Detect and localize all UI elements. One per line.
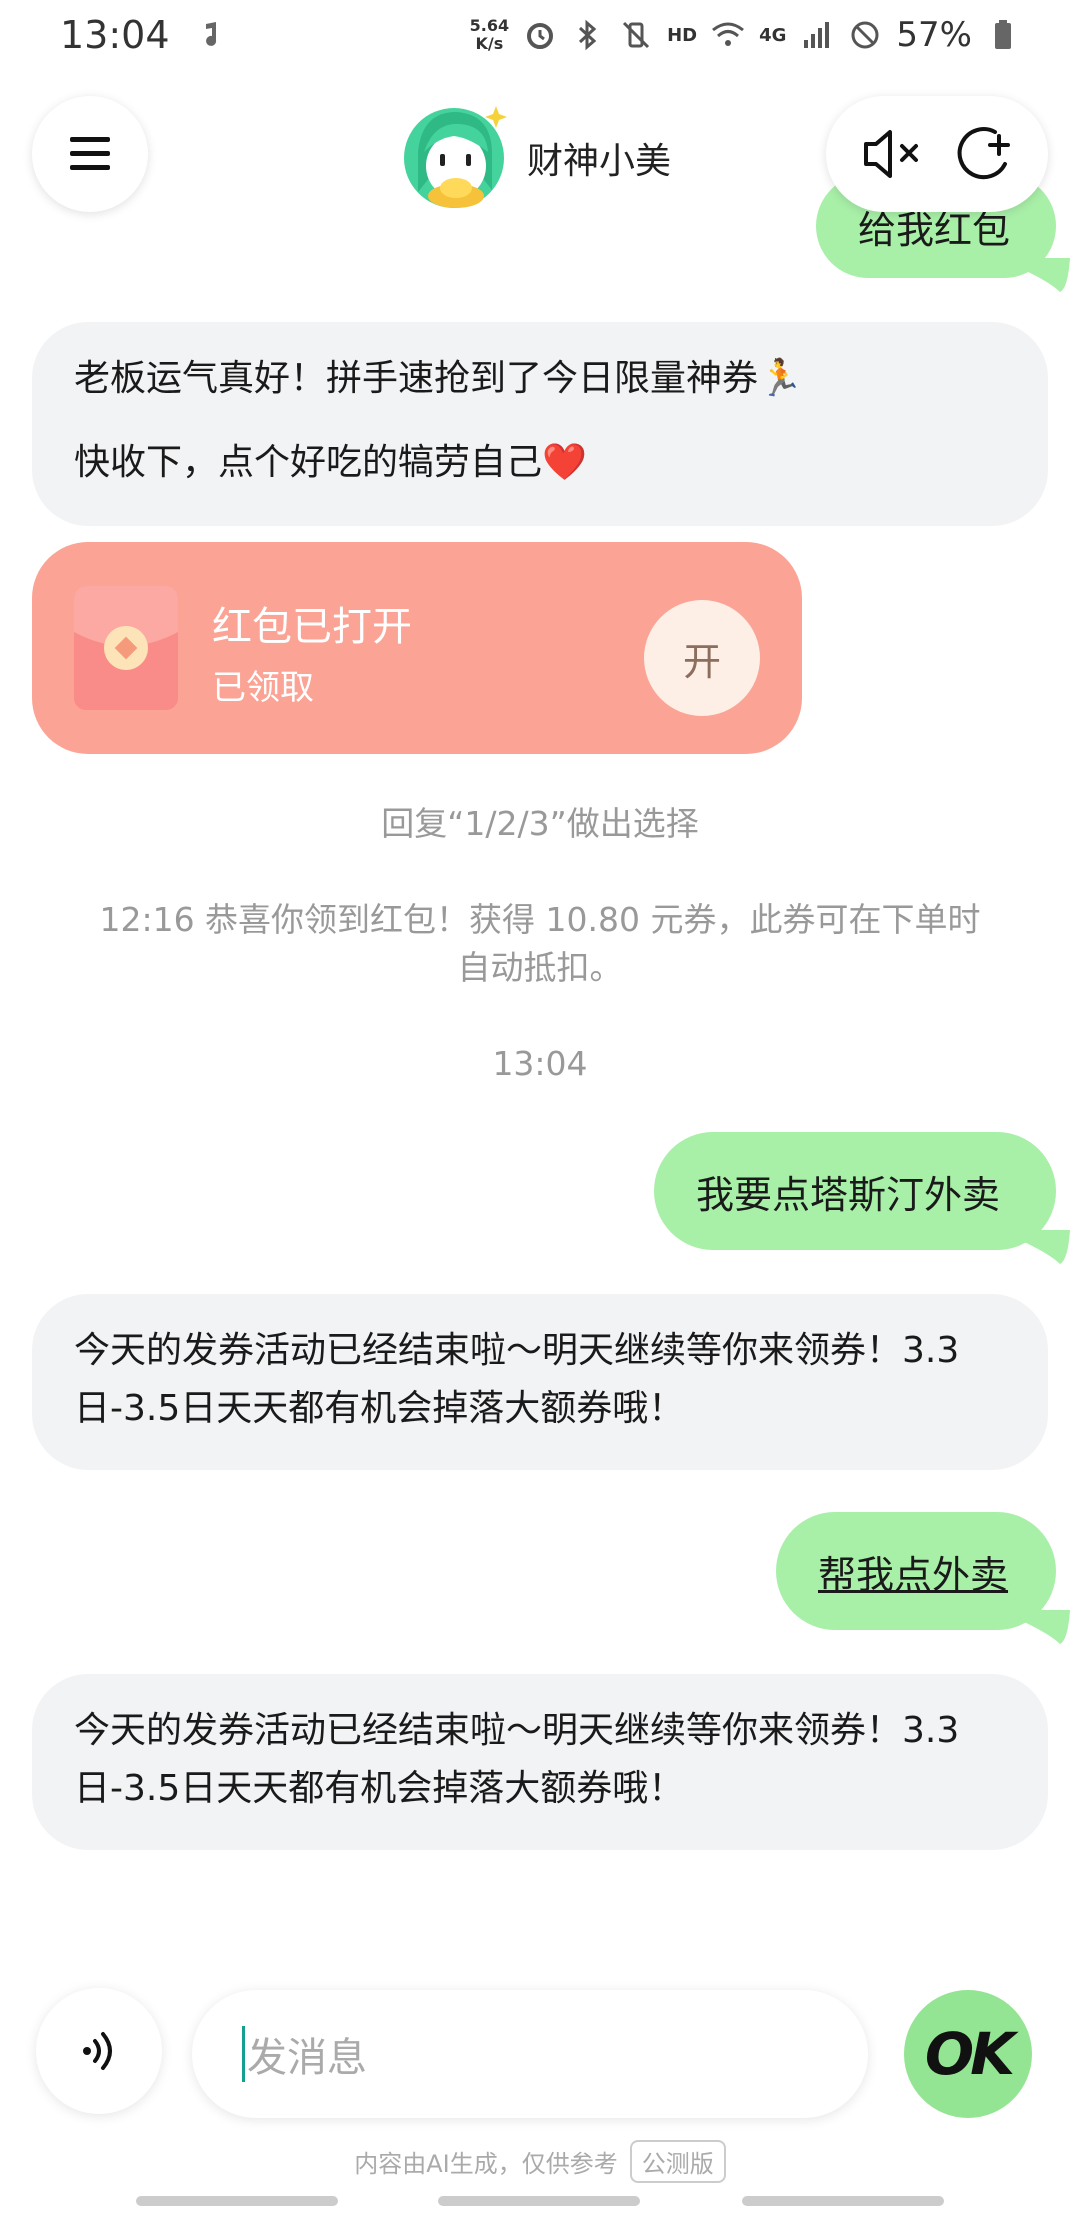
bot-message: 今天的发券活动已经结束啦～明天继续等你来领券！3.3日-3.5日天天都有机会掉落… <box>32 1674 1048 1850</box>
nav-bar-right[interactable] <box>742 2196 944 2206</box>
signal-icon <box>800 18 834 52</box>
red-envelope-title: 红包已打开 <box>212 604 412 650</box>
wifi-icon <box>711 18 745 52</box>
red-envelope-icon <box>74 586 178 710</box>
header-actions <box>826 96 1048 212</box>
open-button[interactable]: 开 <box>644 600 760 716</box>
bubble-tail <box>1020 258 1070 292</box>
status-bar: 13:04 5.64 K/s HD 4G 57% <box>0 0 1080 70</box>
message-input-placeholder: 发消息 <box>247 2035 367 2081</box>
dnd-icon <box>848 18 882 52</box>
message-input[interactable]: 发消息 <box>192 1990 868 2118</box>
bubble-tail <box>1020 1230 1070 1264</box>
new-chat-icon <box>957 127 1010 180</box>
menu-button[interactable] <box>32 96 148 212</box>
voice-button[interactable] <box>36 1988 162 2114</box>
user-message-link[interactable]: 帮我点外卖 <box>818 1544 1008 1599</box>
red-envelope-status: 已领取 <box>212 668 314 708</box>
red-envelope-card[interactable]: 红包已打开 已领取 开 <box>32 542 802 754</box>
voice-icon <box>83 2032 112 2070</box>
user-message: 帮我点外卖 <box>776 1512 1070 1644</box>
beta-badge: 公测版 <box>629 2140 726 2183</box>
bubble-tail <box>1020 1610 1070 1644</box>
timestamp: 13:04 <box>492 1044 588 1083</box>
network-speed: 5.64 K/s <box>469 16 510 53</box>
battery-level: 57% <box>896 15 972 55</box>
hd-label: HD <box>667 24 698 46</box>
system-notice: 12:16 恭喜你领到红包！获得 10.80 元券，此券可在下单时自动抵扣。 <box>99 900 981 987</box>
mute-button[interactable] <box>860 126 924 182</box>
nav-bar-center[interactable] <box>438 2196 640 2206</box>
network-type: 4G <box>759 24 787 46</box>
ok-button[interactable]: OK <box>904 1990 1032 2118</box>
status-time: 13:04 <box>60 13 170 57</box>
user-message: 我要点塔斯汀外卖 <box>654 1132 1070 1264</box>
notification-icon <box>194 18 228 52</box>
nav-bar-left[interactable] <box>136 2196 338 2206</box>
mute-icon <box>863 130 918 178</box>
text-cursor <box>242 2026 245 2082</box>
bot-name: 财神小美 <box>527 141 672 182</box>
battery-icon <box>986 18 1020 52</box>
bot-message: 老板运气真好！拼手速抢到了今日限量神券🏃 快收下，点个好吃的犒劳自己❤️ <box>32 322 1048 526</box>
disclaimer-text: 内容由AI生成，仅供参考 <box>354 2150 618 2178</box>
chat-header: 财神小美 <box>0 66 1080 226</box>
vibrate-mute-icon <box>619 18 653 52</box>
reply-hint: 回复“1/2/3”做出选择 <box>381 804 699 843</box>
alarm-icon <box>523 18 557 52</box>
ok-icon: OK <box>924 2020 1015 2088</box>
new-chat-button[interactable] <box>955 124 1015 184</box>
ai-disclaimer: 内容由AI生成，仅供参考 公测版 <box>0 2140 1080 2183</box>
bot-message: 今天的发券活动已经结束啦～明天继续等你来领券！3.3日-3.5日天天都有机会掉落… <box>32 1294 1048 1470</box>
bot-avatar[interactable] <box>404 102 514 212</box>
menu-icon <box>70 137 110 170</box>
bot-message-line: 快收下，点个好吃的犒劳自己❤️ <box>74 442 587 483</box>
bot-message-line: 老板运气真好！拼手速抢到了今日限量神券🏃 <box>74 358 803 399</box>
bluetooth-icon <box>571 18 605 52</box>
